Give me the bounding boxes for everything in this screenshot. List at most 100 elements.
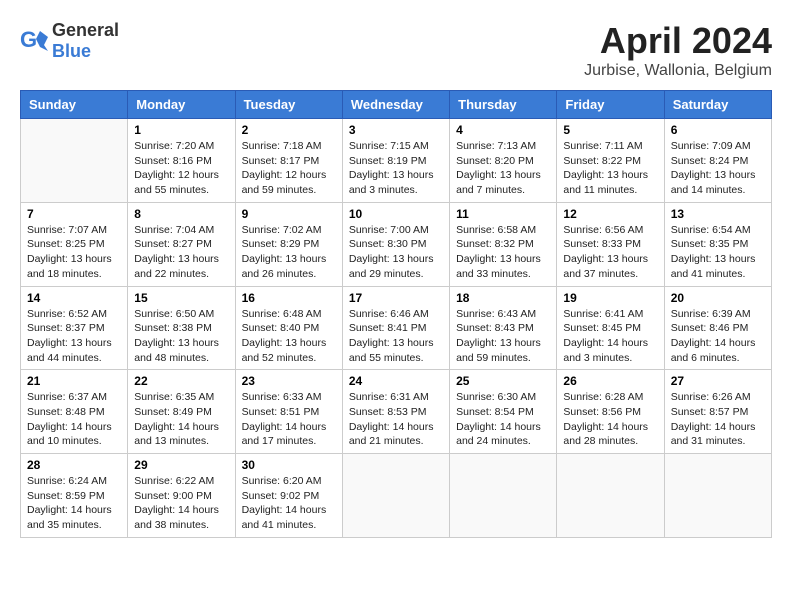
- day-number: 14: [27, 291, 121, 305]
- day-info: Sunrise: 6:48 AM Sunset: 8:40 PM Dayligh…: [242, 307, 336, 366]
- day-info: Sunrise: 6:33 AM Sunset: 8:51 PM Dayligh…: [242, 390, 336, 449]
- day-info: Sunrise: 6:52 AM Sunset: 8:37 PM Dayligh…: [27, 307, 121, 366]
- calendar-table: SundayMondayTuesdayWednesdayThursdayFrid…: [20, 90, 772, 538]
- day-number: 18: [456, 291, 550, 305]
- day-info: Sunrise: 6:20 AM Sunset: 9:02 PM Dayligh…: [242, 474, 336, 533]
- calendar-cell: 10 Sunrise: 7:00 AM Sunset: 8:30 PM Dayli…: [342, 202, 449, 286]
- calendar-cell: [450, 454, 557, 538]
- calendar-cell: 28 Sunrise: 6:24 AM Sunset: 8:59 PM Dayli…: [21, 454, 128, 538]
- day-number: 26: [563, 374, 657, 388]
- calendar-week-5: 28 Sunrise: 6:24 AM Sunset: 8:59 PM Dayli…: [21, 454, 772, 538]
- calendar-cell: [557, 454, 664, 538]
- calendar-cell: 16Sunrise: 6:48 AM Sunset: 8:40 PM Dayli…: [235, 286, 342, 370]
- calendar-cell: [664, 454, 771, 538]
- day-number: 24: [349, 374, 443, 388]
- day-number: 21: [27, 374, 121, 388]
- svg-text:G: G: [20, 27, 37, 52]
- calendar-cell: 12 Sunrise: 6:56 AM Sunset: 8:33 PM Dayli…: [557, 202, 664, 286]
- calendar-cell: [21, 119, 128, 203]
- day-number: 3: [349, 123, 443, 137]
- logo-general: General: [52, 20, 119, 40]
- header-day-thursday: Thursday: [450, 91, 557, 119]
- calendar-week-4: 21 Sunrise: 6:37 AM Sunset: 8:48 PM Dayli…: [21, 370, 772, 454]
- day-number: 4: [456, 123, 550, 137]
- day-info: Sunrise: 6:26 AM Sunset: 8:57 PM Dayligh…: [671, 390, 765, 449]
- calendar-cell: 15Sunrise: 6:50 AM Sunset: 8:38 PM Dayli…: [128, 286, 235, 370]
- day-info: Sunrise: 6:58 AM Sunset: 8:32 PM Dayligh…: [456, 223, 550, 282]
- day-number: 13: [671, 207, 765, 221]
- day-number: 29: [134, 458, 228, 472]
- day-info: Sunrise: 6:46 AM Sunset: 8:41 PM Dayligh…: [349, 307, 443, 366]
- calendar-week-3: 14 Sunrise: 6:52 AM Sunset: 8:37 PM Dayli…: [21, 286, 772, 370]
- header-day-saturday: Saturday: [664, 91, 771, 119]
- day-info: Sunrise: 6:30 AM Sunset: 8:54 PM Dayligh…: [456, 390, 550, 449]
- month-title: April 2024: [584, 20, 772, 62]
- day-number: 15: [134, 291, 228, 305]
- calendar-cell: 11Sunrise: 6:58 AM Sunset: 8:32 PM Dayli…: [450, 202, 557, 286]
- day-info: Sunrise: 7:00 AM Sunset: 8:30 PM Dayligh…: [349, 223, 443, 282]
- calendar-cell: 13 Sunrise: 6:54 AM Sunset: 8:35 PM Dayli…: [664, 202, 771, 286]
- calendar-cell: 22 Sunrise: 6:35 AM Sunset: 8:49 PM Dayli…: [128, 370, 235, 454]
- calendar-cell: 6Sunrise: 7:09 AM Sunset: 8:24 PM Daylig…: [664, 119, 771, 203]
- calendar-week-1: 1Sunrise: 7:20 AM Sunset: 8:16 PM Daylig…: [21, 119, 772, 203]
- calendar-cell: 25 Sunrise: 6:30 AM Sunset: 8:54 PM Dayli…: [450, 370, 557, 454]
- day-info: Sunrise: 6:39 AM Sunset: 8:46 PM Dayligh…: [671, 307, 765, 366]
- day-info: Sunrise: 6:41 AM Sunset: 8:45 PM Dayligh…: [563, 307, 657, 366]
- day-number: 22: [134, 374, 228, 388]
- calendar-cell: 1Sunrise: 7:20 AM Sunset: 8:16 PM Daylig…: [128, 119, 235, 203]
- day-info: Sunrise: 7:13 AM Sunset: 8:20 PM Dayligh…: [456, 139, 550, 198]
- day-info: Sunrise: 6:37 AM Sunset: 8:48 PM Dayligh…: [27, 390, 121, 449]
- day-info: Sunrise: 7:07 AM Sunset: 8:25 PM Dayligh…: [27, 223, 121, 282]
- day-info: Sunrise: 6:43 AM Sunset: 8:43 PM Dayligh…: [456, 307, 550, 366]
- day-number: 23: [242, 374, 336, 388]
- logo: G General Blue: [20, 20, 119, 62]
- page-header: G General Blue April 2024 Jurbise, Wallo…: [20, 20, 772, 80]
- calendar-cell: 17 Sunrise: 6:46 AM Sunset: 8:41 PM Dayli…: [342, 286, 449, 370]
- day-info: Sunrise: 6:35 AM Sunset: 8:49 PM Dayligh…: [134, 390, 228, 449]
- day-info: Sunrise: 6:54 AM Sunset: 8:35 PM Dayligh…: [671, 223, 765, 282]
- day-number: 10: [349, 207, 443, 221]
- day-number: 12: [563, 207, 657, 221]
- day-info: Sunrise: 6:31 AM Sunset: 8:53 PM Dayligh…: [349, 390, 443, 449]
- title-area: April 2024 Jurbise, Wallonia, Belgium: [584, 20, 772, 80]
- calendar-cell: 4 Sunrise: 7:13 AM Sunset: 8:20 PM Daylig…: [450, 119, 557, 203]
- header-day-tuesday: Tuesday: [235, 91, 342, 119]
- calendar-header: SundayMondayTuesdayWednesdayThursdayFrid…: [21, 91, 772, 119]
- day-info: Sunrise: 7:04 AM Sunset: 8:27 PM Dayligh…: [134, 223, 228, 282]
- logo-blue: Blue: [52, 41, 91, 61]
- calendar-cell: 27 Sunrise: 6:26 AM Sunset: 8:57 PM Dayli…: [664, 370, 771, 454]
- day-info: Sunrise: 6:56 AM Sunset: 8:33 PM Dayligh…: [563, 223, 657, 282]
- day-number: 27: [671, 374, 765, 388]
- day-number: 5: [563, 123, 657, 137]
- logo-icon: G: [20, 27, 48, 55]
- day-info: Sunrise: 6:28 AM Sunset: 8:56 PM Dayligh…: [563, 390, 657, 449]
- day-info: Sunrise: 7:09 AM Sunset: 8:24 PM Dayligh…: [671, 139, 765, 198]
- calendar-cell: 14 Sunrise: 6:52 AM Sunset: 8:37 PM Dayli…: [21, 286, 128, 370]
- day-info: Sunrise: 6:22 AM Sunset: 9:00 PM Dayligh…: [134, 474, 228, 533]
- calendar-cell: 30 Sunrise: 6:20 AM Sunset: 9:02 PM Dayli…: [235, 454, 342, 538]
- calendar-cell: 23 Sunrise: 6:33 AM Sunset: 8:51 PM Dayli…: [235, 370, 342, 454]
- calendar-cell: 24 Sunrise: 6:31 AM Sunset: 8:53 PM Dayli…: [342, 370, 449, 454]
- day-info: Sunrise: 7:20 AM Sunset: 8:16 PM Dayligh…: [134, 139, 228, 198]
- header-day-wednesday: Wednesday: [342, 91, 449, 119]
- calendar-cell: 29 Sunrise: 6:22 AM Sunset: 9:00 PM Dayli…: [128, 454, 235, 538]
- day-number: 7: [27, 207, 121, 221]
- calendar-week-2: 7 Sunrise: 7:07 AM Sunset: 8:25 PM Daylig…: [21, 202, 772, 286]
- day-number: 30: [242, 458, 336, 472]
- day-info: Sunrise: 7:11 AM Sunset: 8:22 PM Dayligh…: [563, 139, 657, 198]
- day-number: 17: [349, 291, 443, 305]
- day-number: 28: [27, 458, 121, 472]
- calendar-body: 1Sunrise: 7:20 AM Sunset: 8:16 PM Daylig…: [21, 119, 772, 538]
- calendar-cell: 9Sunrise: 7:02 AM Sunset: 8:29 PM Daylig…: [235, 202, 342, 286]
- day-info: Sunrise: 7:15 AM Sunset: 8:19 PM Dayligh…: [349, 139, 443, 198]
- calendar-cell: 7 Sunrise: 7:07 AM Sunset: 8:25 PM Daylig…: [21, 202, 128, 286]
- day-info: Sunrise: 7:18 AM Sunset: 8:17 PM Dayligh…: [242, 139, 336, 198]
- day-info: Sunrise: 6:24 AM Sunset: 8:59 PM Dayligh…: [27, 474, 121, 533]
- calendar-cell: 8Sunrise: 7:04 AM Sunset: 8:27 PM Daylig…: [128, 202, 235, 286]
- calendar-cell: 5 Sunrise: 7:11 AM Sunset: 8:22 PM Daylig…: [557, 119, 664, 203]
- calendar-cell: 3 Sunrise: 7:15 AM Sunset: 8:19 PM Daylig…: [342, 119, 449, 203]
- calendar-cell: 26 Sunrise: 6:28 AM Sunset: 8:56 PM Dayli…: [557, 370, 664, 454]
- day-number: 25: [456, 374, 550, 388]
- day-info: Sunrise: 7:02 AM Sunset: 8:29 PM Dayligh…: [242, 223, 336, 282]
- calendar-cell: 20Sunrise: 6:39 AM Sunset: 8:46 PM Dayli…: [664, 286, 771, 370]
